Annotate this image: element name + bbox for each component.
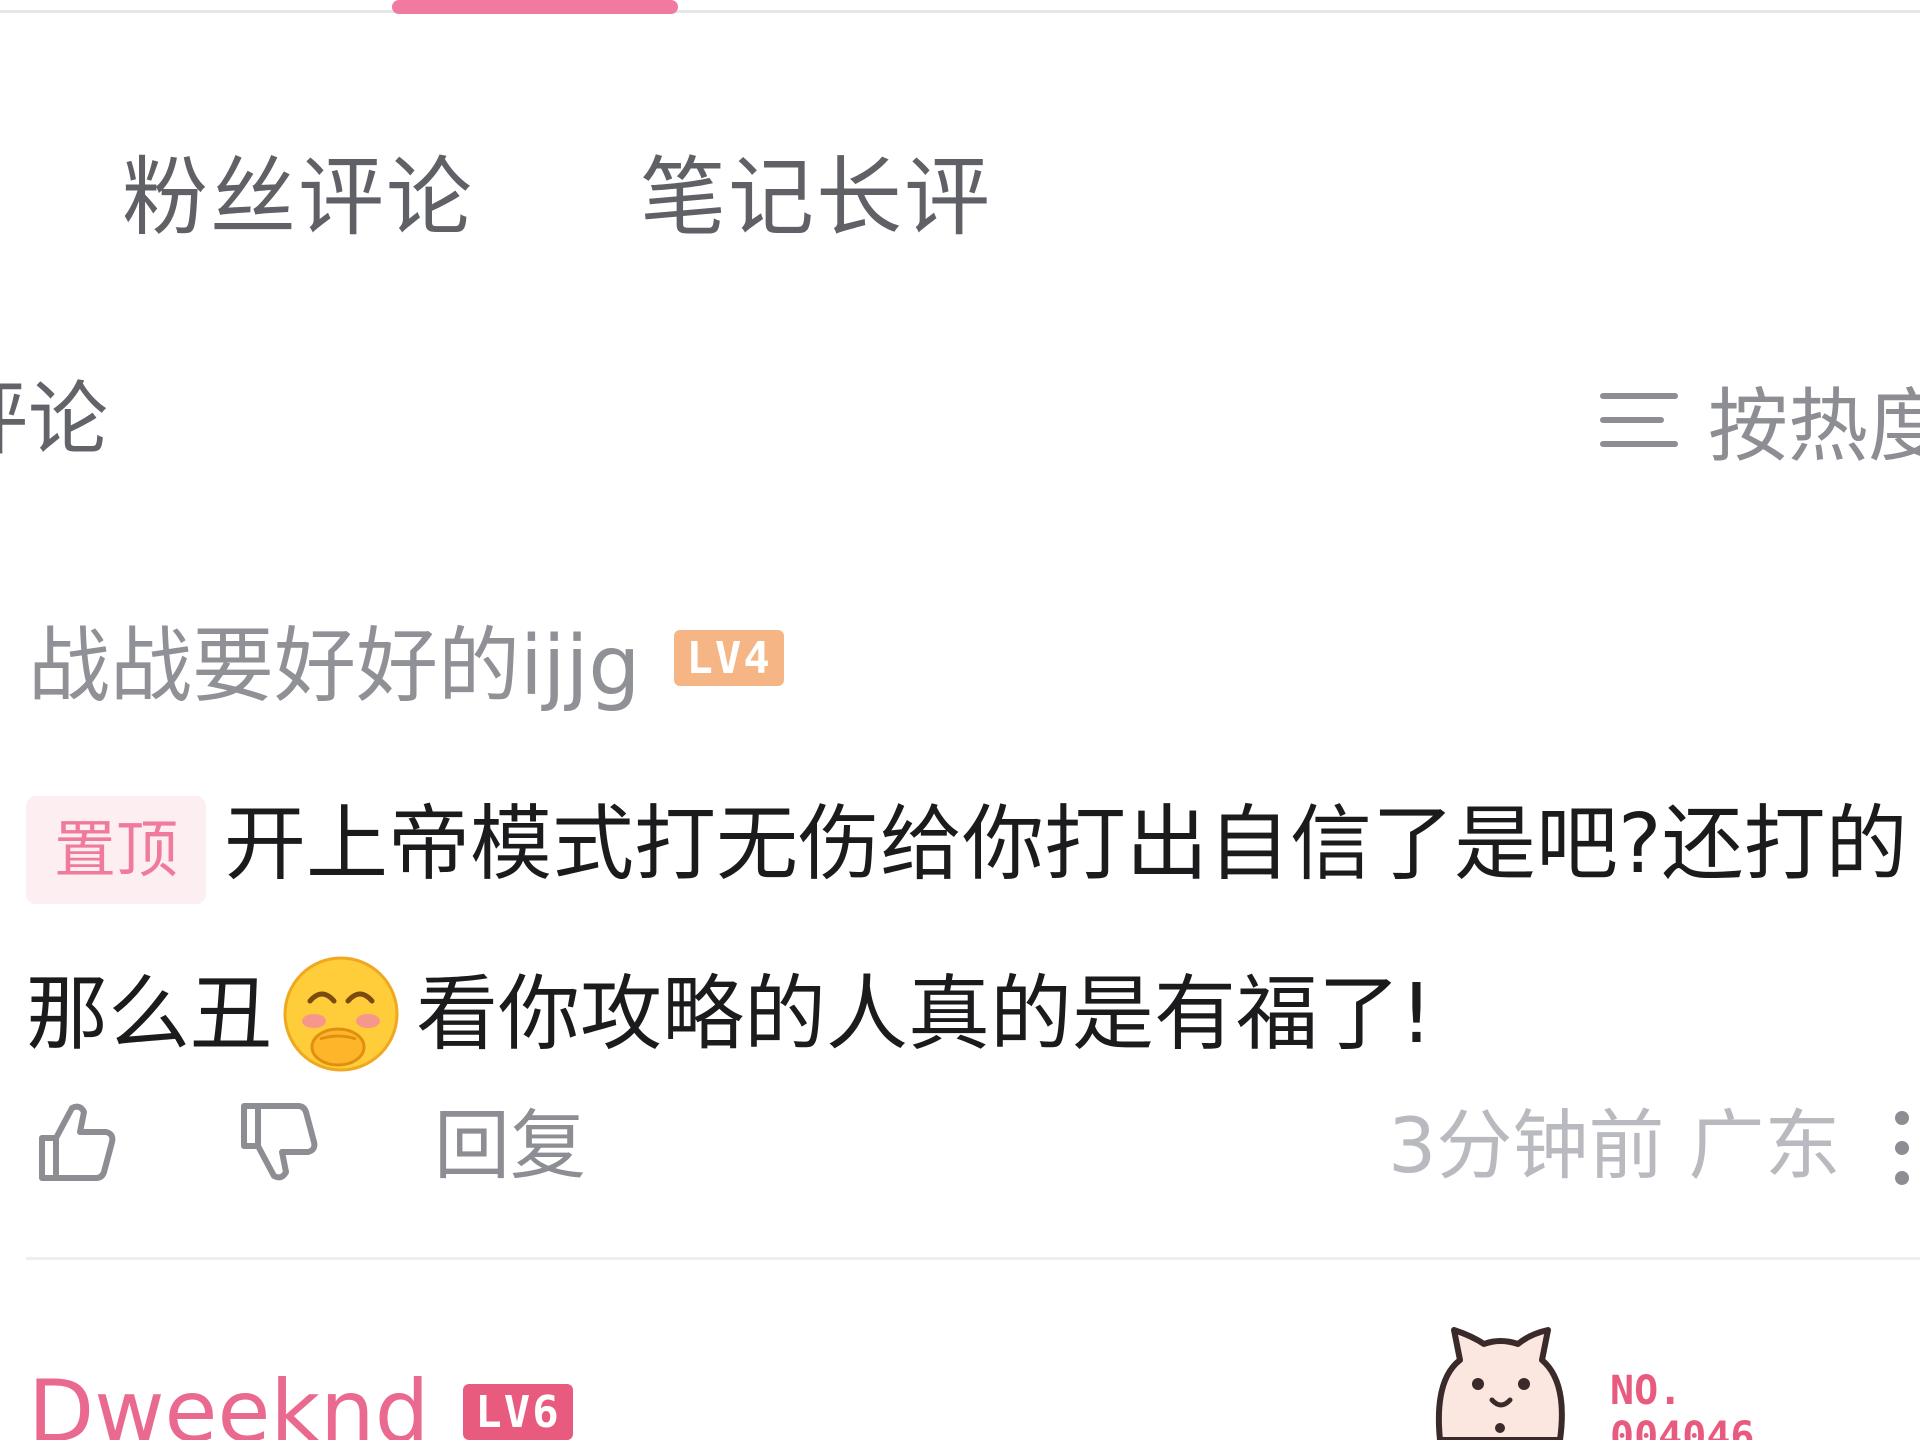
comment-divider [26, 1257, 1920, 1260]
comments-section-title: 评论 [0, 373, 108, 466]
comment-time: 3分钟前 [1388, 1101, 1665, 1190]
sort-lines-icon [1600, 391, 1678, 449]
comment-user[interactable]: Dweeknd LV6 [28, 1362, 573, 1440]
comment-location: 广东 [1688, 1101, 1841, 1190]
badge-number-prefix: NO. [1610, 1368, 1683, 1414]
comment-meta: 3分钟前 广东 [1388, 1098, 1841, 1194]
pinned-tag: 置顶 [26, 795, 207, 904]
shy-laugh-emoji-icon [280, 953, 402, 1075]
tab-bar-divider [0, 10, 1920, 13]
badge-number-value: 004046 [1610, 1414, 1755, 1440]
thumbs-down-icon[interactable] [236, 1098, 324, 1190]
cat-mascot-icon [1435, 1327, 1565, 1440]
tab-notes-reviews[interactable]: 笔记长评 [640, 148, 992, 248]
thumbs-up-icon[interactable] [34, 1098, 122, 1190]
comment-page: 粉丝评论 笔记长评 评论 按热度 战战要好好的ijjg LV4 置顶开上帝模式打… [0, 0, 1920, 1440]
active-tab-indicator [392, 0, 678, 14]
fan-badge: NO. 004046 [1400, 1300, 1920, 1440]
comment-user[interactable]: 战战要好好的ijjg LV4 [28, 608, 784, 714]
username[interactable]: Dweeknd [28, 1362, 429, 1440]
comment-text-part2: 看你攻略的人真的是有福了! [416, 967, 1433, 1062]
badge-number: NO. 004046 [1610, 1368, 1755, 1440]
comment-actions: 回复 3分钟前 广东 [28, 1098, 1920, 1198]
tab-fans-comments[interactable]: 粉丝评论 [122, 148, 474, 248]
more-vertical-icon[interactable] [1892, 1110, 1912, 1190]
sort-label: 按热度 [1708, 380, 1920, 473]
level-badge: LV4 [674, 630, 784, 686]
username[interactable]: 战战要好好的ijjg [28, 599, 640, 718]
sort-button[interactable]: 按热度 [1600, 370, 1920, 473]
reply-button[interactable]: 回复 [434, 1098, 586, 1194]
level-badge: LV6 [463, 1384, 573, 1440]
comment-text[interactable]: 置顶 开上帝模式打无伤给你打出自信了是吧?还打的那么丑 看你攻略的人真的是有福了! [26, 760, 1920, 1100]
